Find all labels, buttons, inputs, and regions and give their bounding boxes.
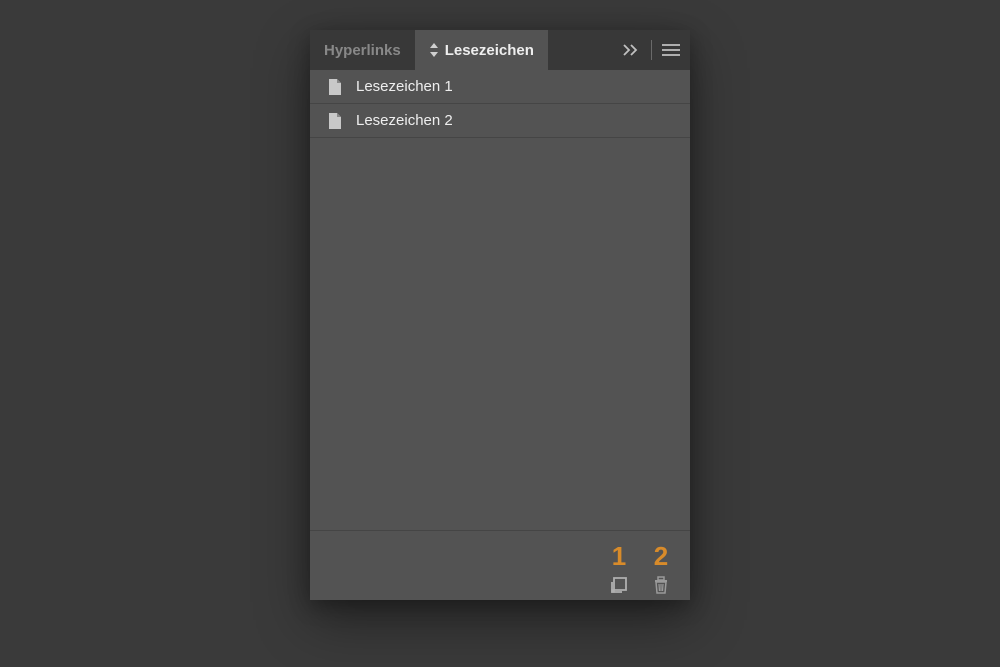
bookmark-label: Lesezeichen 1 — [356, 78, 453, 95]
header-controls — [613, 30, 690, 70]
annotation-number: 1 — [612, 541, 626, 572]
bookmark-list: Lesezeichen 1 Lesezeichen 2 — [310, 70, 690, 530]
footer-action-new: 1 — [610, 541, 628, 594]
page-icon — [328, 113, 342, 129]
bookmarks-panel: Hyperlinks Lesezeichen — [310, 30, 690, 600]
panel-footer: 1 2 — [310, 530, 690, 600]
collapse-icon[interactable] — [623, 44, 641, 56]
annotation-number: 2 — [654, 541, 668, 572]
bookmark-label: Lesezeichen 2 — [356, 112, 453, 129]
panel-menu-icon[interactable] — [662, 43, 680, 57]
list-item[interactable]: Lesezeichen 1 — [310, 70, 690, 104]
tab-hyperlinks[interactable]: Hyperlinks — [310, 30, 415, 70]
tab-bookmarks[interactable]: Lesezeichen — [415, 30, 548, 70]
trash-icon[interactable] — [652, 576, 670, 594]
page-icon — [328, 79, 342, 95]
header-spacer — [548, 30, 613, 70]
new-bookmark-icon[interactable] — [610, 576, 628, 594]
footer-action-delete: 2 — [652, 541, 670, 594]
sort-icon — [429, 43, 439, 57]
tab-hyperlinks-label: Hyperlinks — [324, 42, 401, 59]
panel-header: Hyperlinks Lesezeichen — [310, 30, 690, 70]
separator — [651, 40, 652, 60]
tab-bookmarks-label: Lesezeichen — [445, 42, 534, 59]
list-item[interactable]: Lesezeichen 2 — [310, 104, 690, 138]
